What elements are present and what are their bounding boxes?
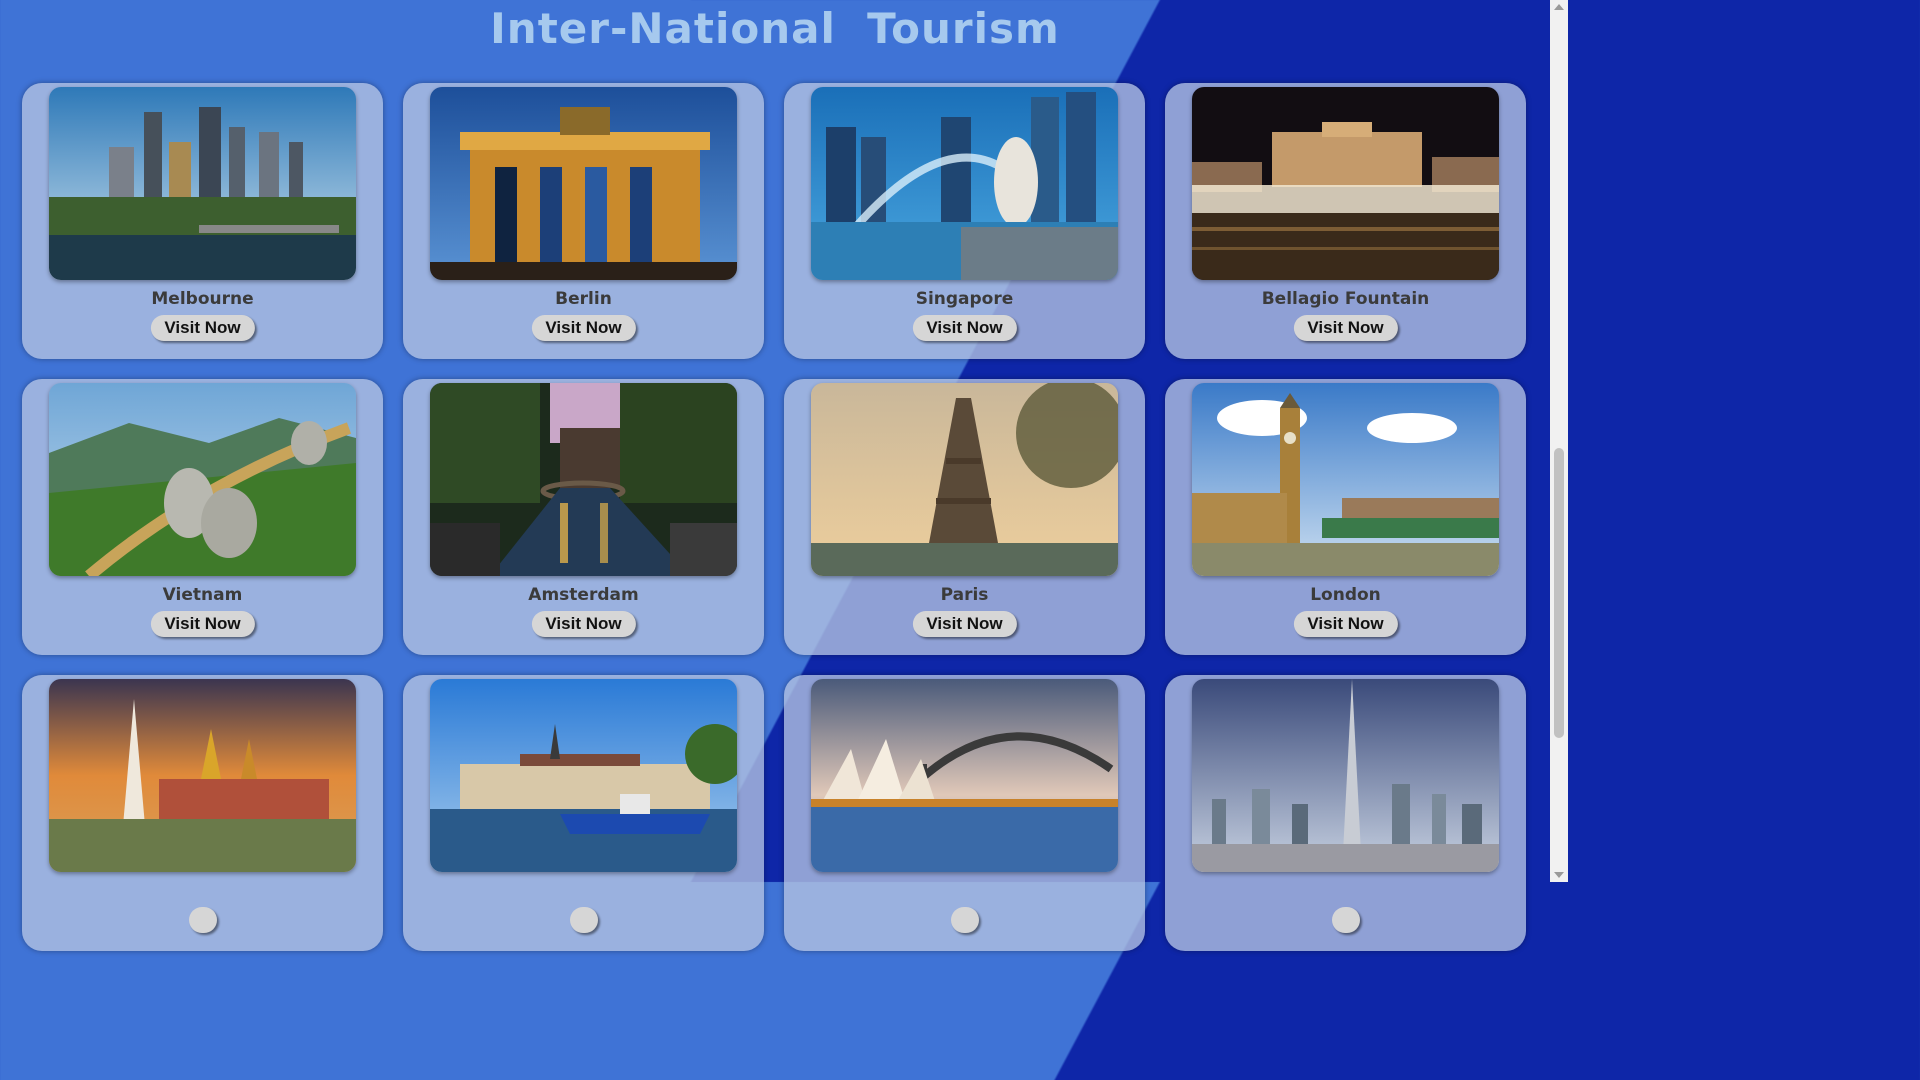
visit-now-button[interactable]: Visit Now xyxy=(150,315,255,341)
destination-card xyxy=(1165,675,1526,951)
scroll-down-arrow-icon[interactable] xyxy=(1554,872,1564,878)
visit-now-button[interactable] xyxy=(1331,907,1360,933)
visit-now-button[interactable]: Visit Now xyxy=(531,315,636,341)
destination-card: Berlin Visit Now xyxy=(403,83,764,359)
visit-now-button[interactable] xyxy=(950,907,979,933)
page: Inter-National Tourism Melbourne Visit N… xyxy=(0,0,1550,951)
destination-image[interactable] xyxy=(430,383,737,576)
destination-name: Singapore xyxy=(915,289,1014,309)
destination-name: Paris xyxy=(940,585,989,605)
scrollbar-thumb[interactable] xyxy=(1554,448,1564,738)
destination-image[interactable] xyxy=(1192,383,1499,576)
destination-name: London xyxy=(1310,585,1381,605)
destination-image[interactable] xyxy=(811,679,1118,872)
vertical-scrollbar[interactable] xyxy=(1550,0,1568,882)
destination-card: Melbourne Visit Now xyxy=(22,83,383,359)
visit-now-button[interactable] xyxy=(569,907,598,933)
destination-name: Melbourne xyxy=(151,289,254,309)
destination-card: London Visit Now xyxy=(1165,379,1526,655)
visit-now-button[interactable] xyxy=(188,907,217,933)
visit-now-button[interactable]: Visit Now xyxy=(1293,315,1398,341)
page-title: Inter-National Tourism xyxy=(490,4,1060,53)
visit-now-button[interactable]: Visit Now xyxy=(912,315,1017,341)
destination-image[interactable] xyxy=(1192,87,1499,280)
destination-name: Vietnam xyxy=(162,585,243,605)
destination-name: Bellagio Fountain xyxy=(1261,289,1430,309)
destination-card: Amsterdam Visit Now xyxy=(403,379,764,655)
destination-image[interactable] xyxy=(49,679,356,872)
visit-now-button[interactable]: Visit Now xyxy=(531,611,636,637)
destination-image[interactable] xyxy=(430,87,737,280)
visit-now-button[interactable]: Visit Now xyxy=(1293,611,1398,637)
destination-card: Bellagio Fountain Visit Now xyxy=(1165,83,1526,359)
destination-card: Vietnam Visit Now xyxy=(22,379,383,655)
destination-image[interactable] xyxy=(811,383,1118,576)
destination-image[interactable] xyxy=(811,87,1118,280)
destination-card: Singapore Visit Now xyxy=(784,83,1145,359)
destination-card: Paris Visit Now xyxy=(784,379,1145,655)
destination-card xyxy=(784,675,1145,951)
destination-image[interactable] xyxy=(49,87,356,280)
visit-now-button[interactable]: Visit Now xyxy=(150,611,255,637)
destination-name: Amsterdam xyxy=(528,585,639,605)
visit-now-button[interactable]: Visit Now xyxy=(912,611,1017,637)
destination-name: Berlin xyxy=(555,289,612,309)
scroll-up-arrow-icon[interactable] xyxy=(1554,4,1564,10)
destination-card xyxy=(22,675,383,951)
destination-image[interactable] xyxy=(1192,679,1499,872)
destination-card xyxy=(403,675,764,951)
destination-image[interactable] xyxy=(430,679,737,872)
destination-grid: Melbourne Visit Now Berlin Visit Now Sin… xyxy=(22,83,1526,951)
destination-image[interactable] xyxy=(49,383,356,576)
